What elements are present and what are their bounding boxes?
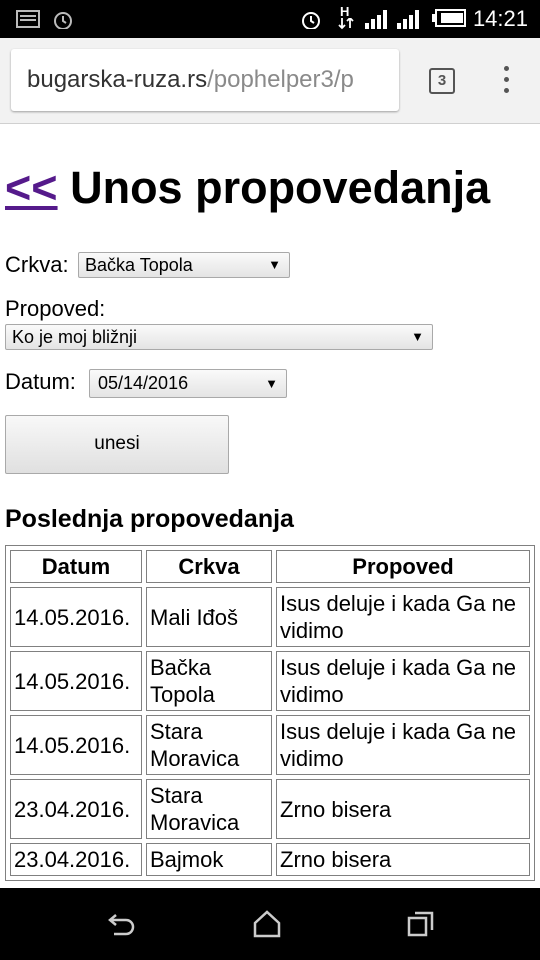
clock: 14:21 xyxy=(472,6,528,31)
notification-icon xyxy=(16,10,40,28)
alarm-icon xyxy=(54,12,72,29)
battery-icon xyxy=(432,9,466,27)
dropdown-arrow-icon: ▼ xyxy=(268,257,281,272)
propoved-label: Propoved: xyxy=(5,296,106,321)
table-row: 14.05.2016. Mali Iđoš Isus deluje i kada… xyxy=(10,587,530,647)
page-title: << Unos propovedanja xyxy=(5,162,490,214)
datum-label: Datum: xyxy=(5,369,76,394)
table-header-row: Datum Crkva Propoved xyxy=(10,550,530,583)
cell-crkva: Stara Moravica xyxy=(146,715,272,775)
tab-switcher-button[interactable]: 3 xyxy=(429,68,455,94)
web-page: << Unos propovedanja Crkva: Bačka Topola… xyxy=(0,124,540,888)
back-icon[interactable] xyxy=(106,910,136,938)
cell-propoved: Isus deluje i kada Ga ne vidimo xyxy=(276,715,530,775)
alarm-icon xyxy=(302,12,320,29)
datum-input[interactable]: 05/14/2016 ▼ xyxy=(89,369,287,398)
cell-crkva: Bajmok xyxy=(146,843,272,876)
table-row: 23.04.2016. Bajmok Zrno bisera xyxy=(10,843,530,876)
cell-propoved: Zrno bisera xyxy=(276,843,530,876)
menu-icon[interactable] xyxy=(496,66,516,96)
column-header-propoved: Propoved xyxy=(276,550,530,583)
data-arrows-icon xyxy=(338,18,354,30)
dropdown-arrow-icon: ▼ xyxy=(265,376,278,391)
recent-apps-icon[interactable] xyxy=(407,910,435,938)
crkva-select-value: Bačka Topola xyxy=(85,255,193,275)
sermons-table: Datum Crkva Propoved 14.05.2016. Mali Iđ… xyxy=(5,545,535,881)
table-row: 23.04.2016. Stara Moravica Zrno bisera xyxy=(10,779,530,839)
cell-datum: 23.04.2016. xyxy=(10,843,142,876)
cell-crkva: Mali Iđoš xyxy=(146,587,272,647)
propoved-select-value: Ko je moj bližnji xyxy=(12,327,138,347)
home-icon[interactable] xyxy=(253,910,281,938)
cell-datum: 14.05.2016. xyxy=(10,715,142,775)
page-title-text: Unos propovedanja xyxy=(70,162,491,213)
submit-button[interactable]: unesi xyxy=(5,415,229,474)
signal-icon xyxy=(365,10,387,29)
propoved-select[interactable]: Ko je moj bližnji ▼ xyxy=(5,324,433,350)
signal-icon xyxy=(397,10,419,29)
cell-datum: 23.04.2016. xyxy=(10,779,142,839)
url-path: /pophelper3/p xyxy=(207,66,354,93)
table-row: 14.05.2016. Stara Moravica Isus deluje i… xyxy=(10,715,530,775)
datum-value: 05/14/2016 xyxy=(98,373,189,393)
status-bar: H 14:21 xyxy=(0,0,540,38)
crkva-select[interactable]: Bačka Topola ▼ xyxy=(78,252,290,278)
cell-propoved: Isus deluje i kada Ga ne vidimo xyxy=(276,651,530,711)
url-text: bugarska-ruza.rs/pophelper3/p xyxy=(27,66,354,94)
url-host: bugarska-ruza.rs xyxy=(27,66,208,93)
cell-propoved: Isus deluje i kada Ga ne vidimo xyxy=(276,587,530,647)
recent-sermons-heading: Poslednja propovedanja xyxy=(5,505,294,533)
cell-datum: 14.05.2016. xyxy=(10,587,142,647)
cell-propoved: Zrno bisera xyxy=(276,779,530,839)
dropdown-arrow-icon: ▼ xyxy=(411,329,424,344)
navigation-bar xyxy=(0,888,540,960)
address-bar[interactable]: bugarska-ruza.rs/pophelper3/p xyxy=(11,49,399,111)
network-type-label: H xyxy=(340,4,350,19)
back-link[interactable]: << xyxy=(5,162,58,213)
crkva-label: Crkva: xyxy=(5,252,69,277)
cell-datum: 14.05.2016. xyxy=(10,651,142,711)
browser-toolbar: bugarska-ruza.rs/pophelper3/p 3 xyxy=(0,38,540,124)
table-row: 14.05.2016. Bačka Topola Isus deluje i k… xyxy=(10,651,530,711)
column-header-crkva: Crkva xyxy=(146,550,272,583)
cell-crkva: Bačka Topola xyxy=(146,651,272,711)
cell-crkva: Stara Moravica xyxy=(146,779,272,839)
column-header-datum: Datum xyxy=(10,550,142,583)
